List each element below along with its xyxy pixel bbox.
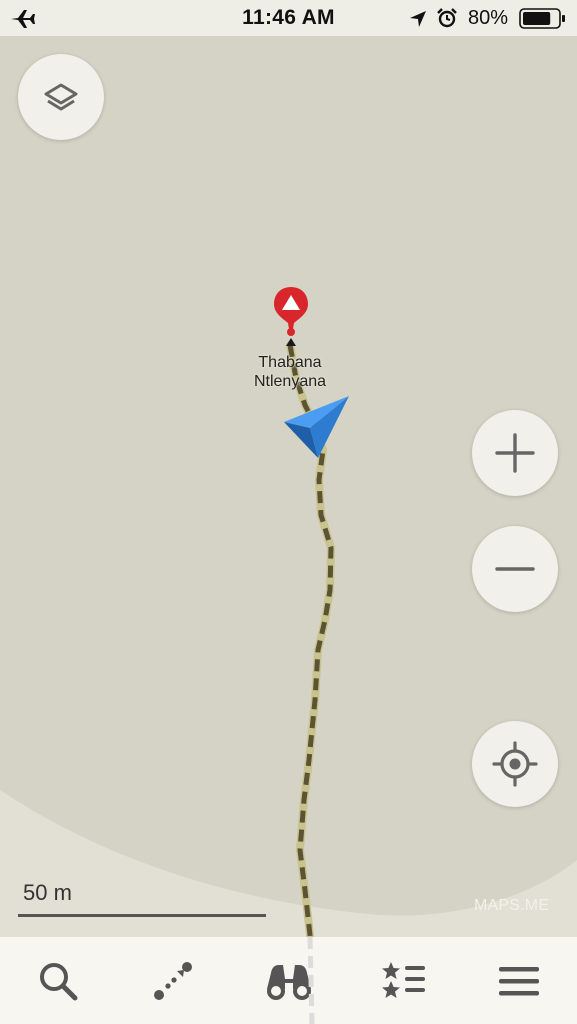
mountain-peak-pin-icon[interactable] xyxy=(268,283,314,351)
copyright-label: MAPS.ME xyxy=(474,897,550,914)
location-arrow-icon xyxy=(410,11,426,27)
current-position-arrow-icon xyxy=(284,396,349,458)
battery-icon xyxy=(519,8,565,29)
discover-button[interactable] xyxy=(265,957,313,1005)
crosshair-icon xyxy=(492,741,538,787)
binoculars-icon xyxy=(267,965,311,1000)
poi-label[interactable]: Thabana Ntlenyana xyxy=(230,353,350,391)
minus-icon xyxy=(495,567,535,571)
scale-bar xyxy=(18,914,266,917)
zoom-out-button[interactable] xyxy=(472,526,558,612)
status-bar: 11:46 AM 80% xyxy=(0,0,577,36)
map-canvas[interactable] xyxy=(0,0,577,1024)
route-icon xyxy=(154,962,192,1000)
zoom-in-button[interactable] xyxy=(472,410,558,496)
search-button[interactable] xyxy=(34,957,82,1005)
my-location-button[interactable] xyxy=(472,721,558,807)
menu-button[interactable] xyxy=(495,957,543,1005)
poi-name: Thabana Ntlenyana xyxy=(253,354,327,390)
alarm-icon xyxy=(437,8,457,28)
search-icon xyxy=(40,963,78,1001)
bookmarks-button[interactable] xyxy=(380,957,428,1005)
route-button[interactable] xyxy=(149,957,197,1005)
plus-icon xyxy=(495,433,535,473)
map-screen: 11:46 AM 80% Thabana Ntlenyana 50 m MAPS… xyxy=(0,0,577,1024)
bottom-toolbar xyxy=(0,937,577,1024)
layers-icon xyxy=(44,83,78,111)
battery-percent: 80% xyxy=(468,7,509,29)
scale-label: 50 m xyxy=(23,880,72,905)
bookmarks-list-icon xyxy=(382,962,425,998)
layers-button[interactable] xyxy=(18,54,104,140)
battery-level xyxy=(523,12,551,25)
menu-icon xyxy=(499,967,539,996)
